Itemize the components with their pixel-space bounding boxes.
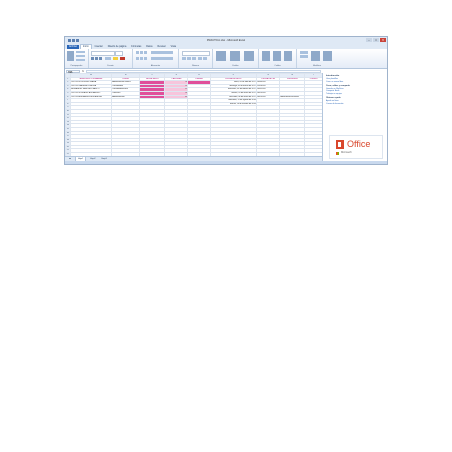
paste-icon[interactable] xyxy=(67,51,74,61)
fill-icon[interactable] xyxy=(300,55,308,58)
office-logo-icon xyxy=(336,140,344,149)
cut-icon[interactable] xyxy=(76,51,85,53)
group-number: Número xyxy=(179,49,213,68)
bold-icon[interactable] xyxy=(91,57,94,60)
window-title: PRACTICA.xlsx - Microsoft Excel xyxy=(206,39,246,42)
group-clipboard: Portapapeles xyxy=(65,49,89,68)
format-painter-icon[interactable] xyxy=(76,59,85,61)
comma-icon[interactable] xyxy=(192,57,196,60)
percent-icon[interactable] xyxy=(187,57,191,60)
align-center-icon[interactable] xyxy=(140,57,143,60)
conditional-format-icon[interactable] xyxy=(216,51,226,61)
minimize-button[interactable]: – xyxy=(366,38,372,42)
title-bar: PRACTICA.xlsx - Microsoft Excel – □ ✕ xyxy=(65,37,387,44)
sort-filter-icon[interactable] xyxy=(311,51,320,61)
group-cells: Celdas xyxy=(259,49,297,68)
close-button[interactable]: ✕ xyxy=(380,38,386,42)
align-bottom-icon[interactable] xyxy=(144,51,147,54)
excel-window: PRACTICA.xlsx - Microsoft Excel – □ ✕ Ar… xyxy=(64,36,388,165)
group-editing: Modificar xyxy=(297,49,337,68)
format-cells-icon[interactable] xyxy=(284,51,292,61)
group-styles: Estilos xyxy=(213,49,259,68)
maximize-button[interactable]: □ xyxy=(373,38,379,42)
status-bar xyxy=(65,161,387,164)
group-alignment: Alineación xyxy=(133,49,179,68)
office-logo-text: Office xyxy=(347,139,371,149)
font-name-select[interactable] xyxy=(91,51,115,56)
align-left-icon[interactable] xyxy=(136,57,139,60)
office-banner: Office Microsoft xyxy=(329,135,383,159)
increase-decimal-icon[interactable] xyxy=(198,57,202,60)
italic-icon[interactable] xyxy=(95,57,98,60)
pane-link[interactable]: Trabajar en equipo xyxy=(326,93,384,96)
underline-icon[interactable] xyxy=(99,57,102,60)
cell-styles-icon[interactable] xyxy=(244,51,254,61)
borders-icon[interactable] xyxy=(105,57,111,60)
align-right-icon[interactable] xyxy=(144,57,147,60)
find-select-icon[interactable] xyxy=(323,51,332,61)
font-color-icon[interactable] xyxy=(120,57,125,60)
task-pane: Introducción Usar plantillas Crear un nu… xyxy=(322,73,387,163)
number-format-select[interactable] xyxy=(182,51,210,56)
cell-table: A B C D E F G H I 1 APELLIDOS Y NOMBRES CU… xyxy=(65,73,323,157)
microsoft-text: Microsoft xyxy=(341,151,352,154)
copy-icon[interactable] xyxy=(76,55,85,57)
decrease-decimal-icon[interactable] xyxy=(203,57,207,60)
wrap-text-button[interactable] xyxy=(151,51,173,54)
pane-link[interactable]: Cursos de formación xyxy=(326,103,384,106)
pane-link[interactable]: Crear un nuevo libro xyxy=(326,81,384,84)
insert-cells-icon[interactable] xyxy=(262,51,270,61)
format-table-icon[interactable] xyxy=(230,51,240,61)
microsoft-logo-icon xyxy=(336,152,339,155)
merge-center-button[interactable] xyxy=(151,57,173,60)
delete-cells-icon[interactable] xyxy=(273,51,281,61)
fill-color-icon[interactable] xyxy=(113,57,118,60)
spreadsheet-grid: A B C D E F G H I 1 APELLIDOS Y NOMBRES CU… xyxy=(65,73,323,157)
autosum-icon[interactable] xyxy=(300,51,308,54)
font-size-select[interactable] xyxy=(115,51,123,56)
align-top-icon[interactable] xyxy=(136,51,139,54)
currency-icon[interactable] xyxy=(182,57,186,60)
group-font: Fuente xyxy=(89,49,133,68)
ribbon: Portapapeles Fuente Alineación Número Es… xyxy=(65,49,387,69)
align-middle-icon[interactable] xyxy=(140,51,143,54)
